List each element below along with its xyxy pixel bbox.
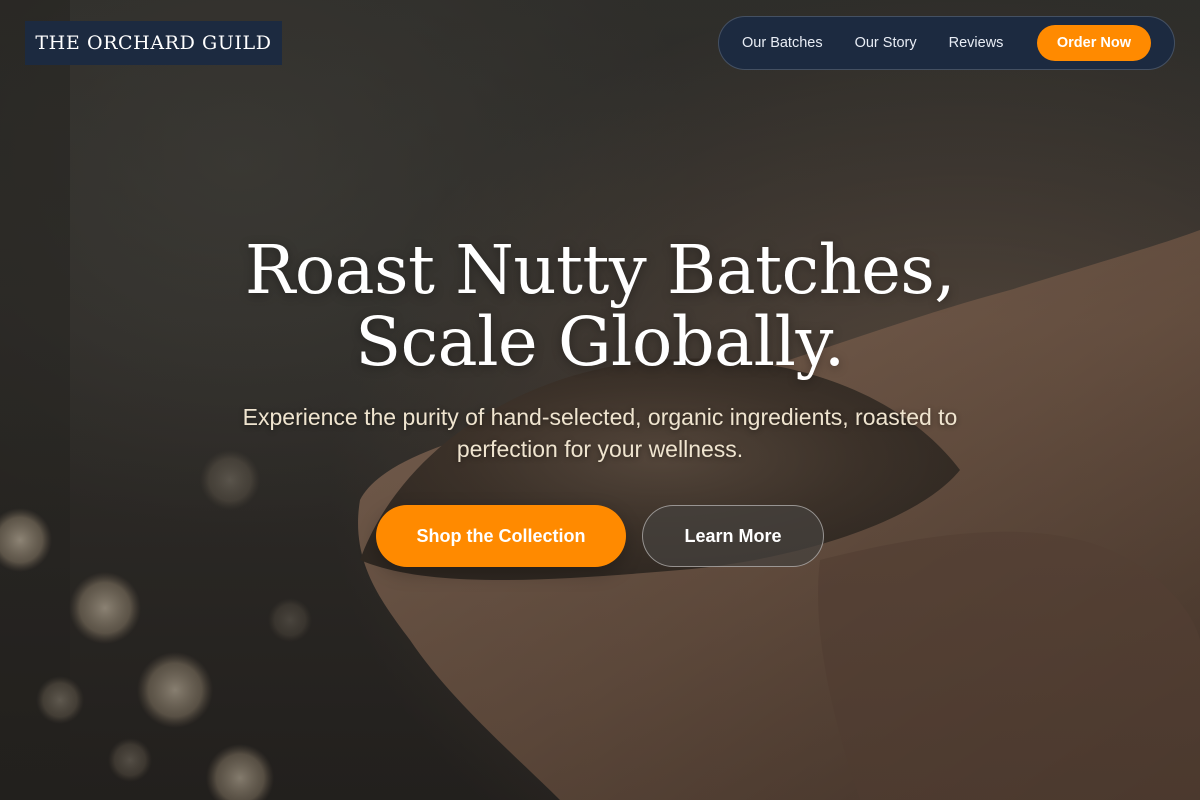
order-now-button[interactable]: Order Now [1036, 25, 1151, 61]
nav-link-our-story[interactable]: Our Story [855, 35, 917, 51]
learn-more-button[interactable]: Learn More [642, 505, 824, 567]
brand-name: THE ORCHARD GUILD [35, 32, 272, 54]
hero-title: Roast Nutty Batches, Scale Globally. [244, 231, 956, 381]
brand-logo[interactable]: THE ORCHARD GUILD [25, 21, 282, 65]
shop-collection-button[interactable]: Shop the Collection [376, 505, 626, 567]
hero-subtitle: Experience the purity of hand-selected, … [242, 404, 958, 462]
nav-link-our-batches[interactable]: Our Batches [742, 35, 823, 51]
hero-overlay [0, 0, 1200, 800]
nav-link-reviews[interactable]: Reviews [949, 35, 1004, 51]
main-nav: Our Batches Our Story Reviews Order Now [718, 16, 1175, 70]
